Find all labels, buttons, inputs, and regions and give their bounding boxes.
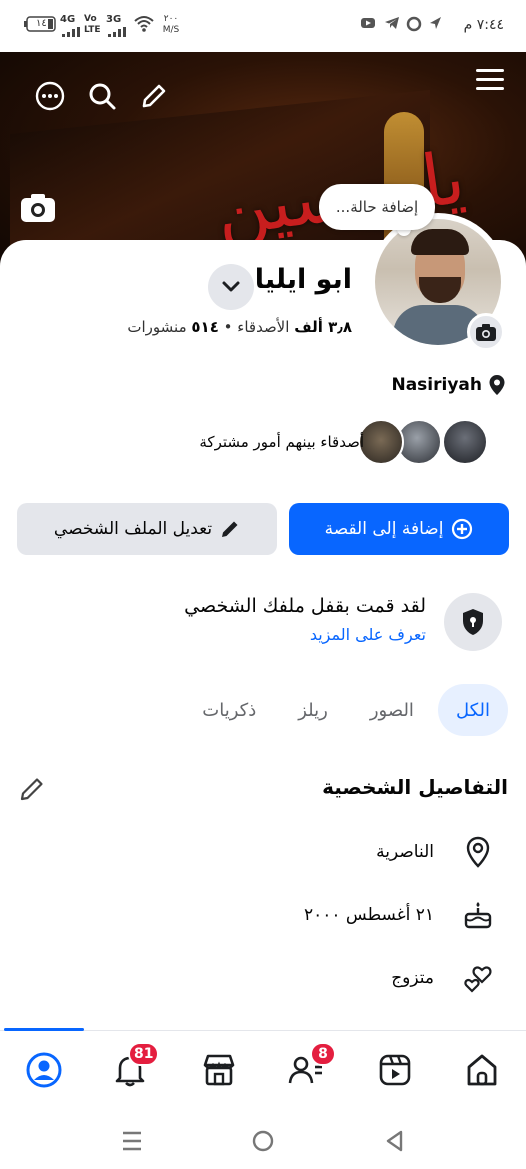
back-triangle-icon xyxy=(386,1130,403,1152)
personal-details-title: التفاصيل الشخصية xyxy=(322,775,508,799)
add-circle-icon xyxy=(452,518,473,540)
youtube-icon xyxy=(360,16,376,34)
posts-count: ٥١٤ xyxy=(191,318,219,336)
nav-friends[interactable]: 8 xyxy=(284,1042,336,1092)
pencil-icon xyxy=(142,84,166,108)
menu-button[interactable] xyxy=(470,60,510,100)
chevron-down-icon xyxy=(222,281,240,292)
camera-icon xyxy=(21,194,55,222)
video-icon xyxy=(379,1054,411,1086)
battery-level: ١٤ xyxy=(36,18,47,29)
avatar-hair xyxy=(411,229,469,255)
nav-notifications[interactable]: 81 xyxy=(108,1042,160,1092)
location-pin-icon xyxy=(489,375,505,395)
nav-home[interactable] xyxy=(460,1048,504,1092)
edit-profile-label: تعديل الملف الشخصي xyxy=(53,519,213,539)
profile-name: ابو ايليا xyxy=(254,264,352,295)
cover-camera-button[interactable] xyxy=(18,188,58,228)
cake-icon xyxy=(462,899,494,931)
mutual-friends[interactable]: أصدقاء بينهم أمور مشتركة xyxy=(199,418,488,466)
friends-badge: 8 xyxy=(310,1042,336,1066)
friends-count[interactable]: ٣٫٨ ألف xyxy=(294,318,352,336)
tab-reels[interactable]: ريلز xyxy=(280,684,346,736)
shop-icon xyxy=(203,1054,235,1086)
detail-birthday-text: ٢١ أغسطس ٢٠٠٠ xyxy=(303,905,434,925)
wifi-icon xyxy=(134,15,154,37)
profile-stats: ٣٫٨ ألف الأصدقاء • ٥١٤ منشورات xyxy=(127,318,352,336)
add-to-story-button[interactable]: إضافة إلى القصة xyxy=(289,503,509,555)
recents-icon xyxy=(123,1131,141,1151)
mutual-friend-avatar xyxy=(442,419,488,465)
status-time: ٧:٤٤ م xyxy=(463,17,504,33)
home-icon xyxy=(467,1054,497,1086)
network-speed: ٢٠٠ M/S xyxy=(162,14,180,35)
signal-icon xyxy=(62,26,80,41)
edit-details-button[interactable] xyxy=(18,775,46,803)
lock-title: لقد قمت بقفل ملفك الشخصي xyxy=(184,595,426,617)
edit-profile-button[interactable]: تعديل الملف الشخصي xyxy=(17,503,277,555)
add-status-bubble[interactable]: إضافة حالة... xyxy=(319,184,435,230)
detail-location: الناصرية xyxy=(376,835,494,869)
bottom-nav xyxy=(0,1030,526,1112)
search-icon xyxy=(89,83,116,110)
avatar-camera-button[interactable] xyxy=(467,313,505,351)
nav-marketplace[interactable] xyxy=(197,1048,241,1092)
hamburger-icon xyxy=(476,69,504,90)
detail-relationship-text: متزوج xyxy=(391,968,434,988)
edit-button[interactable] xyxy=(134,76,174,116)
nav-video[interactable] xyxy=(373,1048,417,1092)
more-options-button[interactable] xyxy=(30,76,70,116)
friends-label[interactable]: الأصدقاء xyxy=(237,318,289,336)
nav-active-indicator xyxy=(4,1028,84,1031)
more-options-icon xyxy=(35,81,65,111)
add-to-story-label: إضافة إلى القصة xyxy=(324,519,444,539)
camera-icon xyxy=(476,324,496,341)
sync-icon xyxy=(406,16,422,36)
profile-switch-button[interactable] xyxy=(208,264,254,310)
notifications-badge: 81 xyxy=(128,1042,160,1066)
telegram-icon xyxy=(384,16,400,34)
mutual-friends-text: أصدقاء بينهم أمور مشتركة xyxy=(199,433,364,451)
detail-relationship: متزوج xyxy=(391,961,494,995)
shield-lock-icon xyxy=(444,593,502,651)
home-system-button[interactable] xyxy=(250,1128,276,1154)
tab-photos[interactable]: الصور xyxy=(352,684,432,736)
profile-tabs: الكل الصور ريلز ذكريات xyxy=(184,684,508,736)
hearts-icon xyxy=(462,962,494,994)
network-4g-label: 4G xyxy=(60,14,76,25)
detail-birthday: ٢١ أغسطس ٢٠٠٠ xyxy=(304,898,494,932)
recents-button[interactable] xyxy=(119,1128,145,1154)
signal-icon-2 xyxy=(108,26,126,41)
volte-label: Vo LTE xyxy=(84,14,101,35)
mutual-friend-avatar xyxy=(358,419,404,465)
pencil-icon xyxy=(222,521,238,537)
location-text: Nasiriyah xyxy=(391,375,482,395)
posts-label: منشورات xyxy=(127,318,187,336)
tab-memories[interactable]: ذكريات xyxy=(184,684,274,736)
status-bar: ٧:٤٤ م ١٤ 4G Vo LTE 3G ٢٠٠ M/S xyxy=(0,0,526,52)
circle-home-icon xyxy=(252,1130,274,1152)
profile-icon xyxy=(26,1052,62,1088)
pencil-icon xyxy=(20,778,43,801)
learn-more-link[interactable]: تعرف على المزيد xyxy=(310,625,426,644)
profile-location: Nasiriyah xyxy=(391,373,506,397)
back-button[interactable] xyxy=(381,1128,407,1154)
location-pin-icon xyxy=(462,836,494,868)
detail-location-text: الناصرية xyxy=(376,842,434,862)
avatar-beard xyxy=(419,277,461,303)
search-button[interactable] xyxy=(82,76,122,116)
network-3g-label: 3G xyxy=(106,14,122,25)
profile-lock-notice: لقد قمت بقفل ملفك الشخصي تعرف على المزيد xyxy=(22,593,502,653)
navigation-icon xyxy=(428,16,442,34)
stats-separator: • xyxy=(223,318,233,336)
nav-profile[interactable] xyxy=(22,1048,66,1092)
tab-all[interactable]: الكل xyxy=(437,684,508,736)
